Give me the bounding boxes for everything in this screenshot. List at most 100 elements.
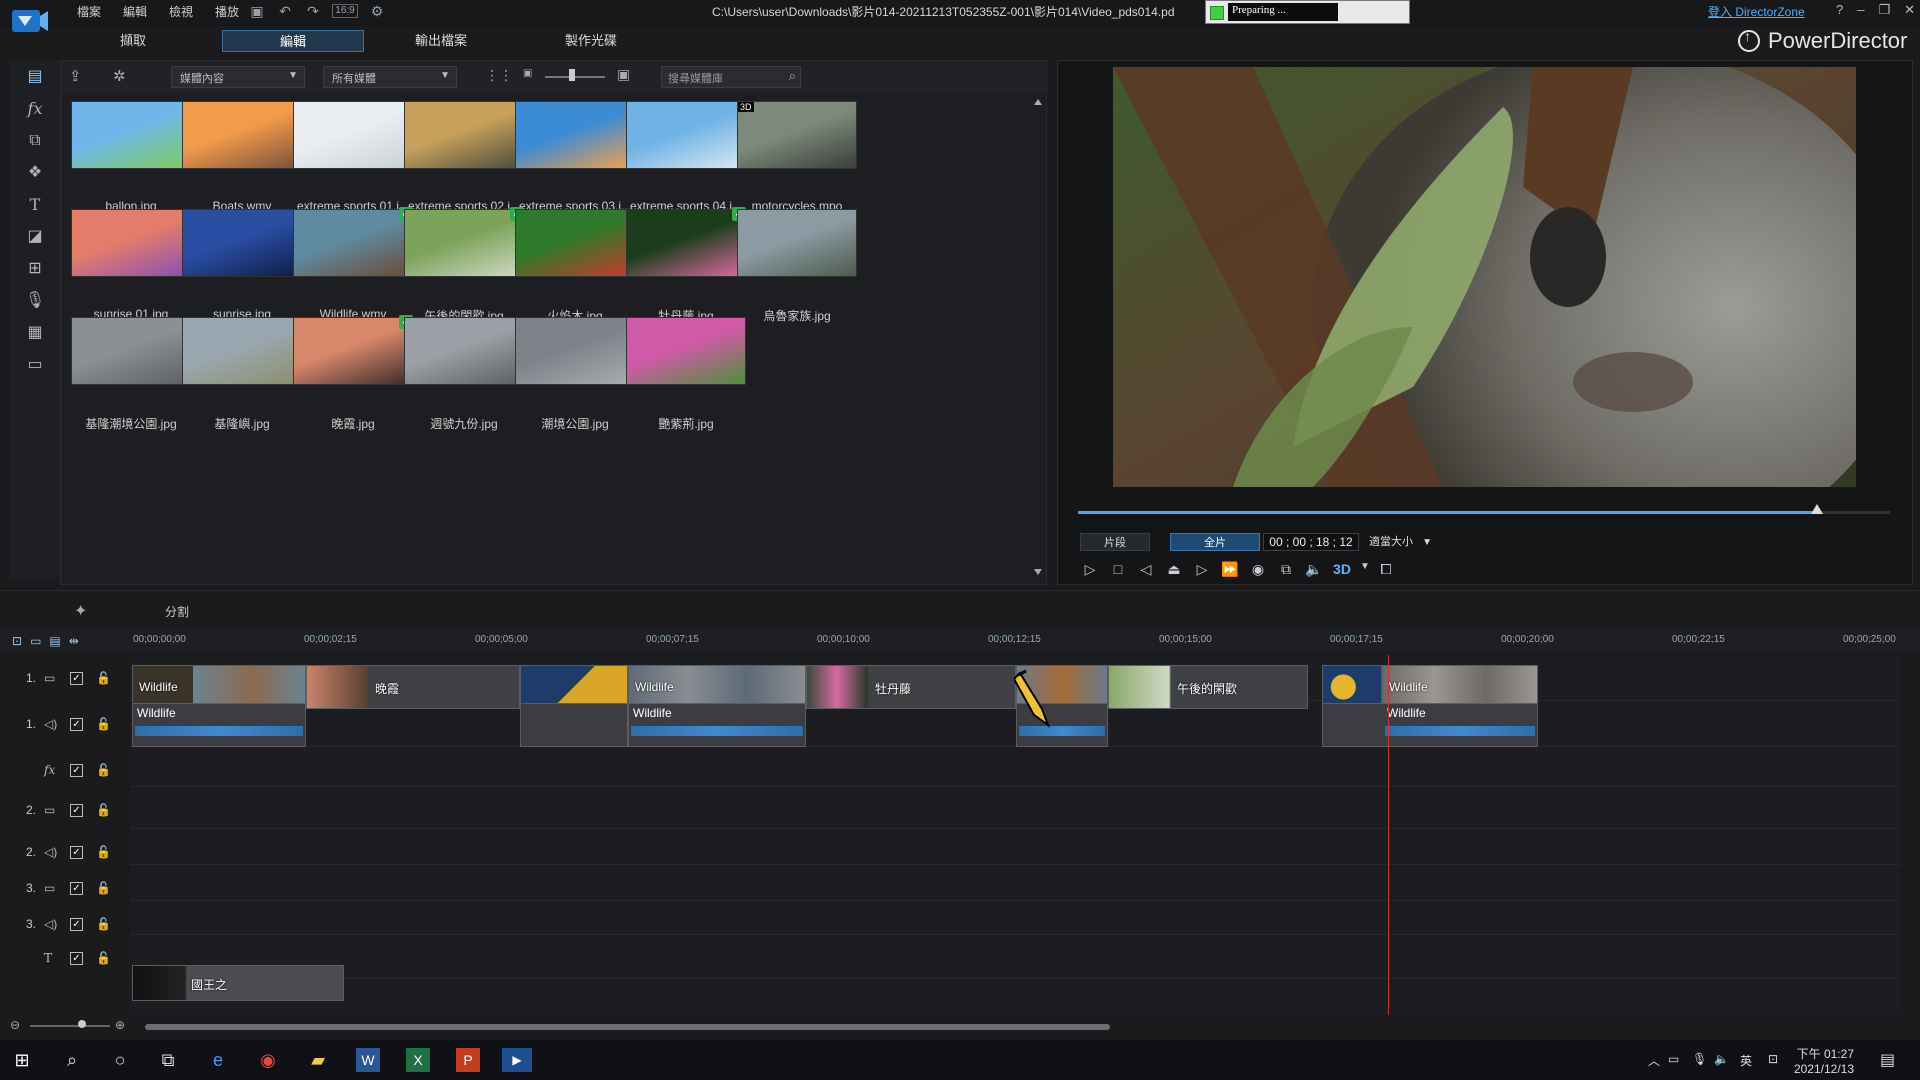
title-clip[interactable]: 國王之 bbox=[132, 965, 344, 1001]
upgrade-icon[interactable] bbox=[1738, 28, 1760, 52]
previous-frame-icon[interactable]: ◁ bbox=[1136, 561, 1156, 578]
undo-icon[interactable]: ↶ bbox=[276, 2, 294, 20]
video-clip[interactable]: 牡丹藤 bbox=[806, 665, 1016, 709]
excel-icon[interactable]: X bbox=[406, 1048, 430, 1072]
fit-timeline-icon[interactable]: ⇹ bbox=[69, 634, 79, 648]
storyboard-view-icon[interactable]: ▭ bbox=[30, 634, 41, 648]
tag-filter-dropdown[interactable]: 所有媒體 ▼ bbox=[323, 66, 457, 88]
media-thumbnail[interactable] bbox=[404, 209, 524, 277]
clock[interactable]: 下午 01:27 2021/12/13 bbox=[1794, 1048, 1854, 1075]
volume-icon[interactable]: 🔈 bbox=[1304, 561, 1324, 578]
track-enable-checkbox[interactable]: ✓ bbox=[70, 717, 83, 731]
track-lock-icon[interactable]: 🔓 bbox=[96, 717, 111, 731]
media-thumbnail[interactable] bbox=[293, 317, 413, 385]
internet-explorer-icon[interactable]: e bbox=[206, 1048, 230, 1072]
media-thumbnail[interactable] bbox=[737, 209, 857, 277]
media-thumbnail[interactable] bbox=[626, 317, 746, 385]
plugin-icon[interactable]: ✲ bbox=[113, 67, 126, 85]
small-thumb-icon[interactable]: ▣ bbox=[523, 68, 532, 79]
video-clip[interactable]: 午後的閑歡 bbox=[1108, 665, 1308, 709]
clip-mode-button[interactable]: 片段 bbox=[1080, 533, 1150, 551]
timecode-display[interactable]: 00 ; 00 ; 18 ; 12 bbox=[1263, 533, 1359, 551]
library-search-input[interactable]: 搜尋媒體庫 ⌕ bbox=[661, 66, 801, 88]
track-enable-checkbox[interactable]: ✓ bbox=[70, 951, 83, 965]
play-icon[interactable]: ▷ bbox=[1080, 561, 1100, 578]
pip-room-icon[interactable]: ⧉ bbox=[24, 130, 46, 152]
close-button[interactable]: ✕ bbox=[1904, 2, 1915, 18]
powerdirector-taskbar-icon[interactable]: ▶ bbox=[502, 1048, 532, 1072]
microphone-icon[interactable]: 🎙 bbox=[1692, 1052, 1707, 1066]
preview-timeline-slider[interactable] bbox=[1078, 504, 1890, 514]
track-lock-icon[interactable]: 🔓 bbox=[96, 845, 111, 859]
zoom-in-icon[interactable]: ⊕ bbox=[115, 1018, 125, 1032]
timeline-view-icon[interactable]: ⊡ bbox=[12, 634, 22, 648]
track-lock-icon[interactable]: 🔓 bbox=[96, 951, 111, 965]
zoom-dropdown[interactable]: 適當大小 ▼ bbox=[1363, 533, 1441, 551]
media-thumbnail[interactable] bbox=[404, 317, 524, 385]
network-icon[interactable]: ▭ bbox=[1668, 1052, 1679, 1066]
file-explorer-icon[interactable]: ▰ bbox=[306, 1048, 330, 1072]
taskbar-search-icon[interactable]: ⌕ bbox=[60, 1048, 84, 1072]
save-icon[interactable]: ▣ bbox=[248, 2, 266, 20]
track-lock-icon[interactable]: 🔓 bbox=[96, 671, 111, 685]
media-thumbnail[interactable] bbox=[515, 101, 635, 169]
aspect-ratio-button[interactable]: 16:9 bbox=[332, 4, 358, 18]
settings-gear-icon[interactable]: ⚙ bbox=[368, 2, 386, 20]
title-room-icon[interactable]: T bbox=[24, 194, 46, 216]
split-button[interactable]: 分割 bbox=[165, 603, 189, 620]
media-thumbnail[interactable] bbox=[404, 101, 524, 169]
track-enable-checkbox[interactable]: ✓ bbox=[70, 881, 83, 895]
word-icon[interactable]: W bbox=[356, 1048, 380, 1072]
magic-tools-icon[interactable]: ✦ bbox=[74, 601, 87, 621]
zoom-out-icon[interactable]: ⊖ bbox=[10, 1018, 20, 1032]
track-enable-checkbox[interactable]: ✓ bbox=[70, 671, 83, 685]
search-icon[interactable]: ⌕ bbox=[789, 68, 796, 84]
media-thumbnail[interactable] bbox=[626, 101, 746, 169]
audio-clip[interactable]: Wildlife bbox=[1322, 703, 1538, 747]
speaker-icon[interactable]: 🔈 bbox=[1714, 1052, 1729, 1066]
snapshot-icon[interactable]: ◉ bbox=[1248, 561, 1268, 578]
menu-view[interactable]: 檢視 bbox=[158, 0, 204, 22]
fx-room-icon[interactable]: fx bbox=[24, 98, 46, 120]
media-type-dropdown[interactable]: 媒體內容 ▼ bbox=[171, 66, 305, 88]
tab-capture[interactable]: 擷取 bbox=[70, 30, 196, 52]
ime-indicator[interactable]: 英 bbox=[1740, 1052, 1752, 1069]
audio-clip[interactable]: Wildlife bbox=[132, 703, 306, 747]
audio-clip[interactable]: Wildlife bbox=[628, 703, 806, 747]
grid-view-icon[interactable]: ⋮⋮ bbox=[485, 67, 513, 84]
thumbnail-size-slider[interactable] bbox=[545, 76, 605, 78]
show-hidden-icons-icon[interactable]: ︿ bbox=[1648, 1052, 1660, 1069]
media-thumbnail[interactable] bbox=[182, 317, 302, 385]
track-enable-checkbox[interactable]: ✓ bbox=[70, 763, 83, 777]
timeline-horizontal-scrollbar[interactable] bbox=[145, 1024, 1110, 1030]
minimize-button[interactable]: – bbox=[1857, 2, 1864, 18]
media-thumbnail[interactable] bbox=[182, 101, 302, 169]
track-enable-checkbox[interactable]: ✓ bbox=[70, 845, 83, 859]
undock-icon[interactable]: ⧠ bbox=[1376, 561, 1396, 578]
track-enable-checkbox[interactable]: ✓ bbox=[70, 803, 83, 817]
library-scrollbar[interactable] bbox=[1034, 97, 1042, 577]
menu-play[interactable]: 播放 bbox=[204, 0, 250, 22]
zoom-slider-knob[interactable] bbox=[78, 1020, 86, 1028]
stop-icon[interactable]: □ bbox=[1108, 561, 1128, 578]
media-thumbnail[interactable] bbox=[71, 209, 191, 277]
tab-produce[interactable]: 輸出檔案 bbox=[378, 30, 504, 52]
timeline-ruler[interactable]: ⊡ ▭ ▤ ⇹ 00;00;00;00 00;00;02;15 00;00;05;0… bbox=[0, 630, 1920, 652]
menu-file[interactable]: 檔案 bbox=[66, 0, 112, 22]
redo-icon[interactable]: ↷ bbox=[304, 2, 322, 20]
voiceover-room-icon[interactable]: 🎙 bbox=[24, 290, 46, 312]
windows-start-icon[interactable]: ⊞ bbox=[10, 1048, 34, 1072]
restore-button[interactable]: ❐ bbox=[1878, 2, 1890, 18]
transition-room-icon[interactable]: ◪ bbox=[24, 226, 46, 248]
fast-forward-icon[interactable]: ⏩ bbox=[1220, 561, 1240, 578]
3d-mode-icon[interactable]: 3D bbox=[1332, 561, 1352, 578]
track-lock-icon[interactable]: 🔓 bbox=[96, 881, 111, 895]
cortana-icon[interactable]: ○ bbox=[108, 1048, 132, 1072]
track-enable-checkbox[interactable]: ✓ bbox=[70, 917, 83, 931]
particle-room-icon[interactable]: ❖ bbox=[24, 162, 46, 184]
media-room-icon[interactable]: ▤ bbox=[24, 66, 46, 88]
track-lock-icon[interactable]: 🔓 bbox=[96, 803, 111, 817]
menu-edit[interactable]: 編輯 bbox=[112, 0, 158, 22]
media-thumbnail[interactable] bbox=[515, 317, 635, 385]
ime-mode-icon[interactable]: ⊡ bbox=[1768, 1052, 1778, 1066]
